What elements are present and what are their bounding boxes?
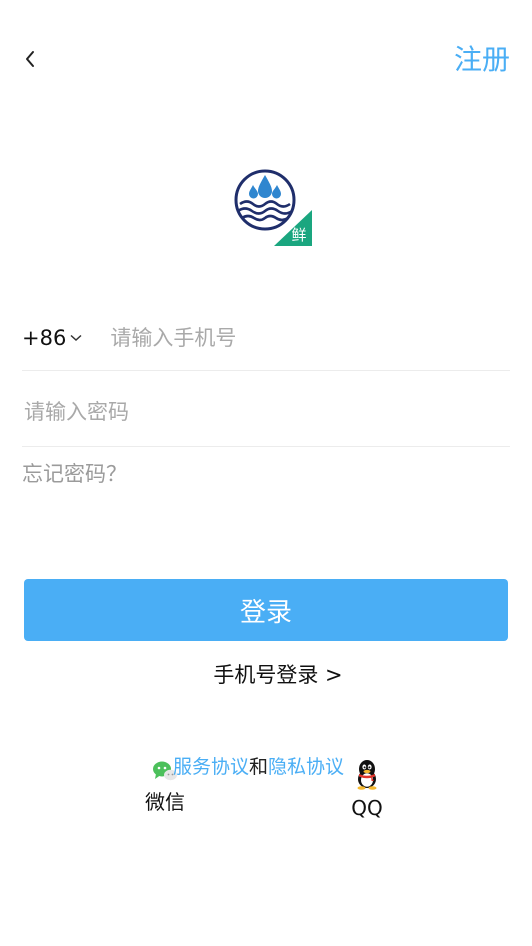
phone-row: +86 [22, 306, 510, 371]
phone-login-link[interactable]: 手机号登录 > [0, 658, 532, 692]
qq-penguin-icon [357, 760, 377, 790]
privacy-policy-link[interactable]: 隐私协议 [268, 756, 344, 778]
country-code-select[interactable]: +86 [22, 326, 82, 350]
chevron-down-icon [70, 334, 82, 342]
phone-input[interactable] [108, 325, 473, 351]
service-agreement-link[interactable]: 服务协议 [173, 756, 249, 778]
agreement-text: 服务协议和隐私协议 [173, 752, 344, 782]
login-button[interactable]: 登录 [24, 579, 508, 641]
password-input[interactable] [22, 399, 486, 425]
qq-label: QQ [351, 796, 383, 820]
wechat-label: 微信 [145, 790, 185, 814]
country-code-label: +86 [22, 326, 67, 350]
agreement-connector: 和 [249, 756, 269, 778]
logo-badge-text: 鲜 [291, 226, 306, 244]
forgot-password-link[interactable]: 忘记密码？ [22, 456, 127, 492]
register-button[interactable]: 注册 [454, 40, 510, 80]
password-row [22, 378, 510, 447]
qq-login-button[interactable]: QQ [344, 758, 390, 822]
app-logo: 鲜 [234, 167, 316, 249]
chevron-left-icon [26, 51, 34, 67]
login-page: 注册 鲜 +86 忘记密码？ 登录 手机号登录 > [0, 0, 532, 946]
back-button[interactable] [18, 44, 42, 74]
